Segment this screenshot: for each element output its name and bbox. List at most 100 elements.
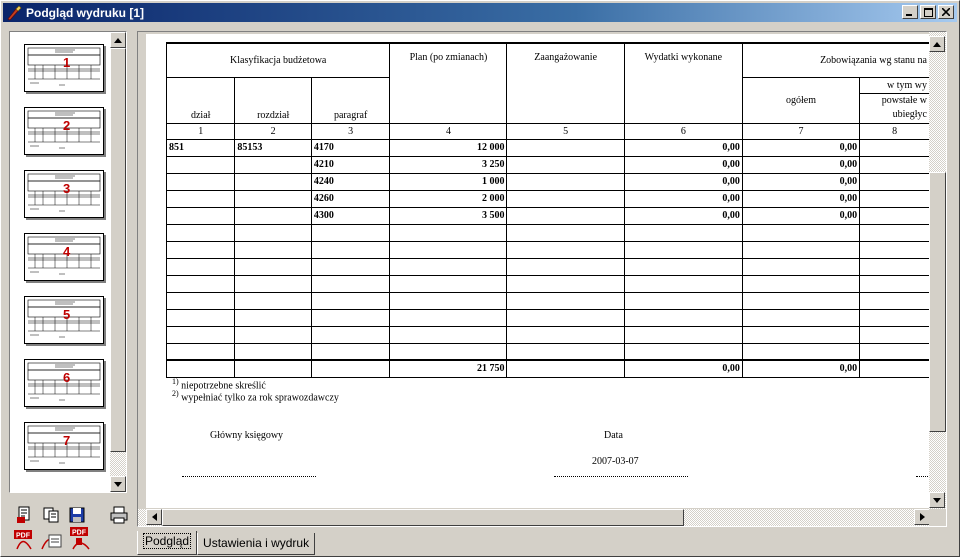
cell-empty: [623, 325, 743, 344]
column-number: 2: [234, 122, 312, 140]
page-thumbnail[interactable]: 2: [24, 107, 104, 155]
table-row: 4240 1 000 0,00 0,00: [165, 172, 930, 191]
scroll-up-button[interactable]: [929, 36, 945, 52]
column-number: 7: [741, 122, 861, 140]
scroll-left-button[interactable]: [146, 509, 162, 525]
cell-empty: [234, 274, 312, 293]
cell-empty: [389, 257, 508, 276]
cell-ogolem: 0,00: [741, 172, 861, 191]
cell-plan: 12 000: [389, 138, 508, 157]
cell-dzial: [165, 155, 236, 174]
cell-empty: [623, 223, 743, 242]
scrollbar-corner: [929, 509, 946, 526]
report-page: Klasyfikacja budżetowa Plan (po zmianach…: [146, 34, 930, 508]
page-thumbnail[interactable]: 6: [24, 359, 104, 407]
pdf-icon[interactable]: PDF: [13, 529, 37, 551]
cell-empty: [165, 257, 236, 276]
header-plan: Plan (po zmianach): [389, 42, 508, 124]
cell-empty: [859, 308, 930, 327]
scroll-up-button[interactable]: [110, 32, 126, 48]
cell-empty: [506, 257, 625, 276]
acrobat-icon[interactable]: [39, 529, 65, 551]
empty-row: [165, 240, 930, 259]
column-number: 4: [389, 122, 508, 140]
empty-row: [165, 274, 930, 293]
page-thumbnail[interactable]: 5: [24, 296, 104, 344]
cell-empty: [859, 138, 930, 157]
minimize-button[interactable]: [902, 5, 918, 19]
thumbnail-list: 1 2 3 4 5 6 7: [10, 32, 110, 492]
pdf-sign-icon[interactable]: PDF: [69, 525, 95, 551]
tab-settings[interactable]: Ustawienia i wydruk: [197, 533, 316, 555]
cell-paragraf: 4170: [310, 138, 391, 157]
cell-ogolem: 0,00: [741, 189, 861, 208]
preview-horizontal-scrollbar[interactable]: [138, 509, 930, 526]
cell-empty: [165, 325, 236, 344]
cell-ogolem: 0,00: [741, 138, 861, 157]
cell-empty: [741, 240, 861, 259]
cell-paragraf: 4210: [310, 155, 391, 174]
scroll-thumb[interactable]: [162, 509, 684, 526]
cell-empty: [506, 240, 625, 259]
preview-vertical-scrollbar[interactable]: [929, 32, 946, 510]
cell-empty: [310, 291, 391, 310]
empty-row: [165, 342, 930, 361]
svg-text:PDF: PDF: [16, 533, 31, 540]
cell-empty: [506, 189, 625, 208]
date-signature-line: [554, 476, 688, 477]
scroll-thumb[interactable]: [929, 172, 946, 432]
arrow-down-icon: [933, 497, 941, 503]
cell-empty: [741, 325, 861, 344]
header-ubieglych: ubiegłyc: [892, 109, 927, 120]
page-thumbnail[interactable]: 4: [24, 233, 104, 281]
third-signature-line: [916, 476, 930, 477]
cell-paragraf: 4300: [310, 206, 391, 225]
cell-empty: [859, 240, 930, 259]
save-icon[interactable]: [67, 505, 87, 525]
maximize-button[interactable]: [920, 5, 936, 19]
cell-rozdzial: [234, 172, 312, 191]
cell-empty: [389, 223, 508, 242]
cell-empty: [506, 325, 625, 344]
arrow-up-icon: [114, 37, 122, 43]
cell-empty: [859, 257, 930, 276]
cell-empty: [859, 189, 930, 208]
tab-preview[interactable]: Podgląd: [137, 531, 198, 555]
close-button[interactable]: [938, 5, 954, 19]
scroll-down-button[interactable]: [110, 476, 126, 492]
close-icon: [942, 8, 950, 16]
header-w-tym: w tym wy: [860, 78, 929, 94]
cell-empty: [165, 223, 236, 242]
scroll-thumb[interactable]: [110, 48, 126, 452]
cell-empty: [389, 308, 508, 327]
header-klasyfikacja: Klasyfikacja budżetowa: [165, 42, 391, 78]
accountant-label: Główny księgowy: [210, 430, 284, 441]
copy-icon[interactable]: [41, 505, 61, 525]
cell-empty: [506, 291, 625, 310]
print-icon[interactable]: [109, 505, 129, 525]
title-bar[interactable]: Podgląd wydruku [1]: [3, 3, 957, 22]
empty-row: [165, 308, 930, 327]
header-dzial: dział: [165, 76, 236, 124]
page-number: 5: [63, 307, 71, 322]
cell-empty: [234, 342, 312, 361]
page-thumbnail[interactable]: 1: [24, 44, 104, 92]
cell-empty: [506, 308, 625, 327]
empty-row: [165, 325, 930, 344]
cell-wydatki: 0,00: [623, 189, 743, 208]
total-wydatki: 0,00: [623, 359, 743, 378]
cell-ogolem: 0,00: [741, 206, 861, 225]
page-thumbnail[interactable]: 7: [24, 422, 104, 470]
page-thumbnail[interactable]: 3: [24, 170, 104, 218]
cell-empty: [389, 291, 508, 310]
cell-empty: [741, 308, 861, 327]
scroll-down-button[interactable]: [929, 492, 945, 508]
header-paragraf: paragraf: [310, 76, 391, 124]
page-number: 4: [63, 244, 71, 259]
thumbnail-scrollbar[interactable]: [110, 32, 126, 492]
scroll-right-button[interactable]: [914, 509, 930, 525]
column-number: 1: [165, 122, 236, 140]
total-row: 21 750 0,00 0,00: [165, 359, 930, 378]
cell-empty: [623, 308, 743, 327]
export-doc-icon[interactable]: [15, 505, 35, 525]
